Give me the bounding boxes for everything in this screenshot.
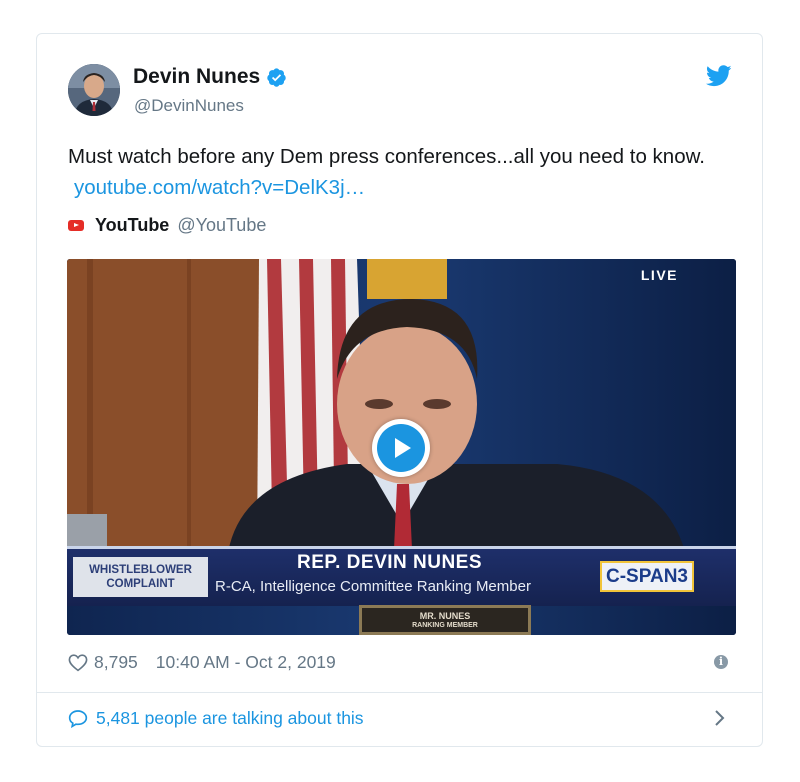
tweet-link[interactable]: youtube.com/watch?v=DelK3j… [74, 176, 365, 199]
twitter-bird-icon[interactable] [706, 65, 732, 87]
avatar[interactable] [68, 64, 120, 116]
tweet-body: Must watch before any Dem press conferen… [68, 145, 705, 168]
reply-bubble-icon [68, 710, 88, 728]
nameplate-line2: RANKING MEMBER [412, 622, 478, 629]
tweet-meta: 8,795 10:40 AM - Oct 2, 2019 [68, 652, 336, 673]
play-icon [377, 424, 425, 472]
nameplate: MR. NUNES RANKING MEMBER [359, 605, 531, 635]
chyron-subtitle: R-CA, Intelligence Committee Ranking Mem… [215, 578, 531, 595]
author-name[interactable]: Devin Nunes [133, 65, 287, 89]
card-source-handle[interactable]: @YouTube [177, 215, 266, 236]
tweet-text: Must watch before any Dem press conferen… [68, 141, 738, 203]
youtube-icon [68, 220, 84, 231]
chyron-name: REP. DEVIN NUNES [297, 552, 483, 573]
author-handle[interactable]: @DevinNunes [134, 96, 244, 116]
video-chyron: WHISTLEBLOWER COMPLAINT REP. DEVIN NUNES… [67, 546, 736, 606]
verified-badge-icon [267, 67, 286, 87]
timestamp[interactable]: 10:40 AM - Oct 2, 2019 [156, 652, 336, 673]
heart-icon[interactable] [68, 653, 88, 672]
like-count[interactable]: 8,795 [94, 652, 138, 673]
embedded-tweet-card: Devin Nunes @DevinNunes Must watch befor… [36, 33, 763, 747]
chevron-right-icon[interactable] [714, 709, 726, 727]
live-indicator: LIVE [640, 267, 678, 283]
play-button[interactable] [372, 419, 430, 477]
conversation-link[interactable]: 5,481 people are talking about this [68, 708, 364, 729]
conversation-text[interactable]: 5,481 people are talking about this [96, 708, 364, 729]
video-thumbnail[interactable]: LIVE WHISTLEBLOWER COMPLAINT REP. DEVIN … [67, 259, 736, 635]
chyron-tag: WHISTLEBLOWER COMPLAINT [73, 557, 208, 597]
info-icon[interactable]: i [714, 655, 728, 669]
chyron-tag-line1: WHISTLEBLOWER [89, 564, 192, 576]
divider [37, 692, 762, 693]
author-name-text[interactable]: Devin Nunes [133, 65, 260, 89]
nameplate-line1: MR. NUNES [419, 611, 471, 621]
network-logo: C-SPAN3 [600, 561, 694, 592]
chyron-tag-line2: COMPLAINT [106, 578, 175, 590]
card-source-name[interactable]: YouTube [95, 215, 169, 236]
card-source[interactable]: YouTube @YouTube [68, 215, 266, 236]
